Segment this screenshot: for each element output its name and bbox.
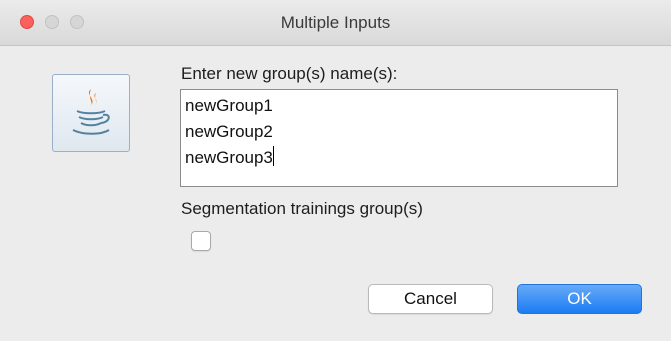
window-title: Multiple Inputs (280, 13, 391, 32)
cancel-button[interactable]: Cancel (368, 284, 493, 314)
group-name-text: newGroup3 (185, 148, 273, 167)
dialog-window: Multiple Inputs Enter new group(s) name(… (0, 0, 671, 341)
segmentation-group-label: Segmentation trainings group(s) (181, 199, 423, 218)
java-coffee-cup-icon (52, 74, 130, 152)
group-name-line-last: newGroup3 (185, 145, 613, 171)
group-name-line: newGroup2 (185, 122, 273, 141)
text-caret (272, 146, 274, 166)
group-names-textarea[interactable]: newGroup1 newGroup2 newGroup3 (180, 89, 618, 187)
segmentation-group-checkbox[interactable] (191, 231, 211, 251)
group-names-label: Enter new group(s) name(s): (181, 64, 398, 83)
group-name-line: newGroup1 (185, 96, 273, 115)
title-bar[interactable]: Multiple Inputs (0, 0, 671, 46)
ok-button[interactable]: OK (517, 284, 642, 314)
